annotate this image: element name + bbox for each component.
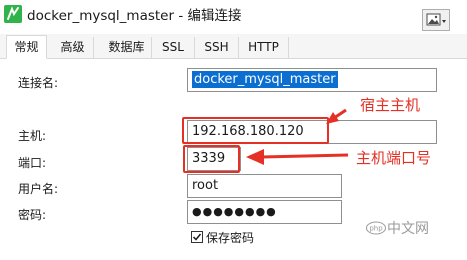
watermark-text: 中文网 — [387, 221, 429, 237]
php-cn-watermark: php 中文网 — [366, 218, 458, 238]
svg-text:php: php — [369, 225, 383, 233]
host-arrow — [326, 108, 347, 124]
php-logo-icon: php — [366, 221, 386, 235]
host-annotation: 宿主主机 — [360, 96, 421, 114]
port-annotation: 主机端口号 — [356, 149, 432, 167]
port-arrow — [246, 149, 349, 165]
